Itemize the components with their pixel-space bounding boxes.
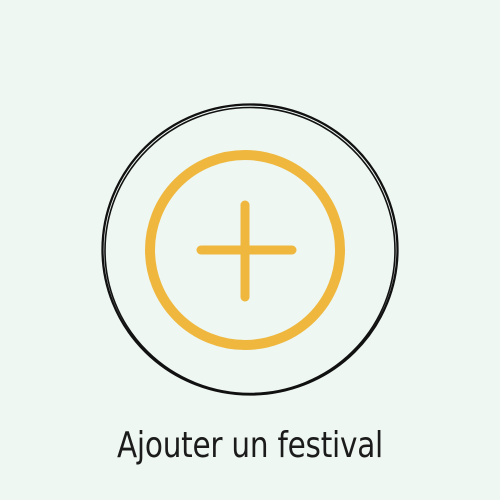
plus-circle-icon <box>145 150 345 350</box>
add-festival-circle <box>101 103 399 396</box>
add-festival-screen: Ajouter un festival <box>0 0 500 500</box>
add-festival-label[interactable]: Ajouter un festival <box>45 420 455 472</box>
add-festival-button[interactable] <box>95 97 405 402</box>
